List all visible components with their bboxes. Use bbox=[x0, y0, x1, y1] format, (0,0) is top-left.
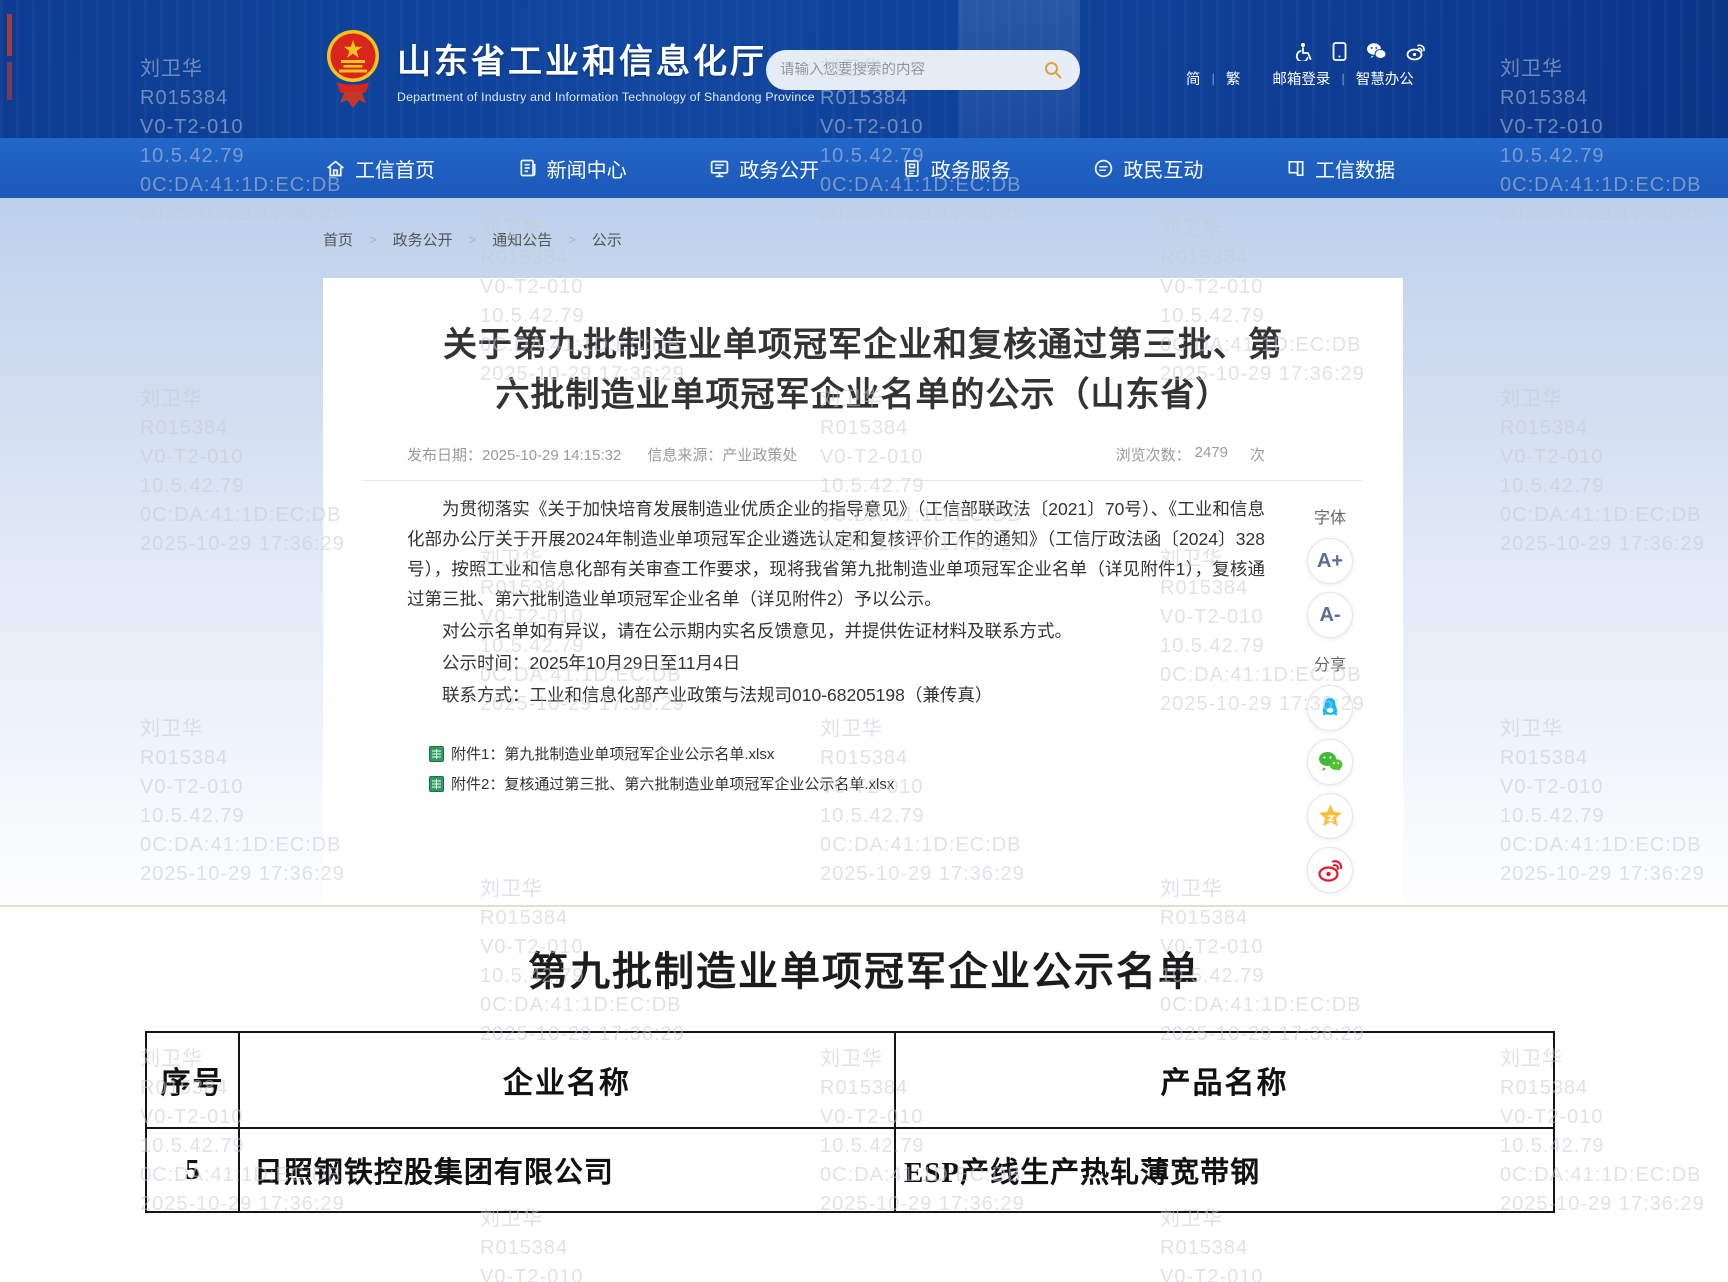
breadcrumb-separator: > bbox=[568, 232, 576, 247]
site-title-block: 山东省工业和信息化厅 Department of Industry and In… bbox=[397, 34, 815, 104]
paragraph: 为贯彻落实《关于加快培育发展制造业优质企业的指导意见》（工信部联政法〔2021〕… bbox=[407, 494, 1265, 614]
view-count: 浏览次数：2479 次 bbox=[1116, 444, 1265, 465]
service-icon bbox=[902, 158, 922, 179]
excel-icon bbox=[429, 746, 444, 762]
nav-label: 新闻中心 bbox=[547, 154, 627, 183]
site-title: 山东省工业和信息化厅 bbox=[397, 34, 815, 83]
paragraph: 对公示名单如有异议，请在公示期内实名反馈意见，并提供佐证材料及联系方式。 bbox=[407, 616, 1265, 646]
breadcrumb: 首页 > 政务公开 > 通知公告 > 公示 bbox=[323, 229, 622, 250]
article-meta: 发布日期：2025-10-29 14:15:32 信息来源：产业政策处 浏览次数… bbox=[407, 444, 1265, 465]
nav-label: 政民互动 bbox=[1123, 154, 1203, 183]
header-index: 序号 bbox=[146, 1032, 239, 1128]
article-toolbar: 字体 A+ A- 分享 bbox=[1303, 504, 1357, 901]
share-label: 分享 bbox=[1303, 651, 1357, 675]
weibo-icon[interactable] bbox=[1406, 42, 1426, 61]
font-size-label: 字体 bbox=[1303, 504, 1357, 528]
data-icon bbox=[1286, 158, 1306, 179]
wechat-icon[interactable] bbox=[1366, 42, 1387, 61]
article-body: 为贯彻落实《关于加快培育发展制造业优质企业的指导意见》（工信部联政法〔2021〕… bbox=[407, 494, 1265, 710]
document-title: 第九批制造业单项冠军企业公示名单 bbox=[0, 939, 1728, 997]
corner-decoration bbox=[7, 14, 12, 56]
interaction-icon bbox=[1093, 158, 1114, 179]
disclosure-icon bbox=[709, 158, 730, 179]
attachment-link-2[interactable]: 附件2：复核通过第三批、第六批制造业单项冠军企业公示名单.xlsx bbox=[429, 773, 1403, 794]
link-traditional[interactable]: 繁 bbox=[1226, 68, 1241, 89]
attachment-list: 附件1：第九批制造业单项冠军企业公示名单.xlsx 附件2：复核通过第三批、第六… bbox=[429, 743, 1403, 794]
publish-date: 发布日期：2025-10-29 14:15:32 bbox=[407, 444, 621, 465]
breadcrumb-disclosure[interactable]: 政务公开 bbox=[393, 229, 453, 250]
excel-icon bbox=[429, 776, 444, 792]
nav-item-data[interactable]: 工信数据 bbox=[1286, 154, 1395, 183]
meta-divider bbox=[363, 480, 1363, 481]
paragraph: 公示时间：2025年10月29日至11月4日 bbox=[407, 648, 1265, 678]
cell-company: 日照钢铁控股集团有限公司 bbox=[239, 1128, 895, 1212]
breadcrumb-home[interactable]: 首页 bbox=[323, 229, 353, 250]
news-icon bbox=[518, 158, 538, 178]
home-icon bbox=[325, 158, 346, 179]
share-wechat-button[interactable] bbox=[1307, 739, 1353, 785]
search-bar bbox=[766, 50, 1080, 90]
accessibility-icon[interactable] bbox=[1294, 42, 1313, 61]
attachment-preview: 第九批制造业单项冠军企业公示名单 序号 企业名称 产品名称 5 日照钢铁控股集团… bbox=[0, 905, 1728, 1282]
site-header: 山东省工业和信息化厅 Department of Industry and In… bbox=[0, 0, 1728, 138]
nav-label: 工信数据 bbox=[1315, 154, 1395, 183]
info-source: 信息来源：产业政策处 bbox=[647, 444, 797, 465]
qq-icon bbox=[1317, 695, 1343, 721]
table-row: 5 日照钢铁控股集团有限公司 ESP产线生产热轧薄宽带钢 bbox=[146, 1128, 1554, 1212]
link-separator: | bbox=[1212, 71, 1215, 86]
nav-label: 政务服务 bbox=[931, 154, 1011, 183]
breadcrumb-current: 公示 bbox=[592, 229, 622, 250]
breadcrumb-separator: > bbox=[369, 232, 377, 247]
qzone-icon bbox=[1317, 803, 1344, 829]
table-header-row: 序号 企业名称 产品名称 bbox=[146, 1032, 1554, 1128]
nav-label: 工信首页 bbox=[355, 154, 435, 183]
attachment-link-1[interactable]: 附件1：第九批制造业单项冠军企业公示名单.xlsx bbox=[429, 743, 1403, 764]
article-title-line1: 关于第九批制造业单项冠军企业和复核通过第三批、第 bbox=[323, 320, 1403, 370]
weibo-icon bbox=[1317, 858, 1344, 883]
wechat-icon bbox=[1317, 750, 1344, 774]
share-qzone-button[interactable] bbox=[1307, 793, 1353, 839]
link-separator: | bbox=[1341, 71, 1344, 86]
link-simplified[interactable]: 简 bbox=[1186, 68, 1201, 89]
corner-decoration bbox=[7, 62, 12, 100]
site-logo[interactable]: 山东省工业和信息化厅 Department of Industry and In… bbox=[325, 28, 815, 110]
quick-links-row: 简 | 繁 邮箱登录 | 智慧办公 bbox=[1186, 68, 1414, 89]
document-table: 序号 企业名称 产品名称 5 日照钢铁控股集团有限公司 ESP产线生产热轧薄宽带… bbox=[145, 1031, 1555, 1213]
font-decrease-button[interactable]: A- bbox=[1307, 592, 1353, 638]
search-input[interactable] bbox=[780, 62, 1040, 78]
nav-item-service[interactable]: 政务服务 bbox=[902, 154, 1011, 183]
cell-index: 5 bbox=[146, 1128, 239, 1212]
search-icon bbox=[1043, 60, 1063, 80]
link-smart-office[interactable]: 智慧办公 bbox=[1356, 68, 1414, 89]
nav-item-news[interactable]: 新闻中心 bbox=[518, 154, 627, 183]
mobile-icon[interactable] bbox=[1332, 42, 1347, 61]
nav-item-home[interactable]: 工信首页 bbox=[325, 154, 435, 183]
share-qq-button[interactable] bbox=[1307, 685, 1353, 731]
national-emblem-icon bbox=[325, 28, 381, 110]
font-increase-button[interactable]: A+ bbox=[1307, 538, 1353, 584]
nav-label: 政务公开 bbox=[739, 154, 819, 183]
main-nav: 工信首页 新闻中心 政务公开 政务服务 bbox=[0, 138, 1728, 198]
nav-item-interaction[interactable]: 政民互动 bbox=[1093, 154, 1203, 183]
nav-item-disclosure[interactable]: 政务公开 bbox=[709, 154, 819, 183]
article-card: 关于第九批制造业单项冠军企业和复核通过第三批、第 六批制造业单项冠军企业名单的公… bbox=[323, 278, 1403, 905]
breadcrumb-notices[interactable]: 通知公告 bbox=[492, 229, 552, 250]
page-root: { "header": { "title": "山东省工业和信息化厅", "su… bbox=[0, 0, 1728, 1282]
header-product: 产品名称 bbox=[895, 1032, 1554, 1128]
breadcrumb-separator: > bbox=[469, 232, 477, 247]
header-company: 企业名称 bbox=[239, 1032, 895, 1128]
link-mail-login[interactable]: 邮箱登录 bbox=[1272, 68, 1330, 89]
cell-product: ESP产线生产热轧薄宽带钢 bbox=[895, 1128, 1554, 1212]
search-button[interactable] bbox=[1040, 57, 1066, 83]
share-weibo-button[interactable] bbox=[1307, 847, 1353, 893]
paragraph: 联系方式：工业和信息化部产业政策与法规司010-68205198（兼传真） bbox=[407, 680, 1265, 710]
site-subtitle: Department of Industry and Information T… bbox=[397, 90, 815, 104]
article-title-line2: 六批制造业单项冠军企业名单的公示（山东省） bbox=[323, 370, 1403, 420]
article-title: 关于第九批制造业单项冠军企业和复核通过第三批、第 六批制造业单项冠军企业名单的公… bbox=[323, 320, 1403, 420]
utility-icon-row bbox=[1294, 42, 1426, 61]
